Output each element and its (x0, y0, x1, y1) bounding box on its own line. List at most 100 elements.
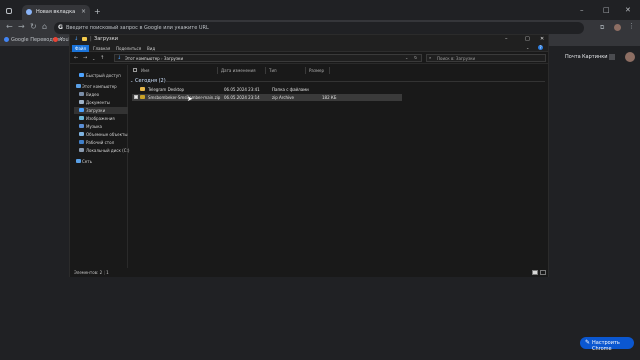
explorer-titlebar: ↓ | Загрузки – □ ✕ (70, 35, 548, 44)
ribbon-tab-home[interactable]: Главная (90, 45, 113, 52)
details-view-icon[interactable] (532, 270, 538, 275)
column-date[interactable]: Дата изменения (221, 68, 256, 73)
explorer-maximize-button[interactable]: □ (525, 36, 530, 42)
file-row-telegram-desktop[interactable]: Telegram Desktop 06.05.2024 23:41 Папка … (132, 86, 332, 93)
ribbon-tab-share[interactable]: Поделиться (113, 45, 144, 52)
omnibox[interactable]: G Введите поисковый запрос в Google или … (54, 22, 584, 34)
tiles-view-icon[interactable] (540, 270, 546, 275)
nav-documents[interactable]: Документы (74, 99, 128, 106)
translate-icon (4, 37, 9, 42)
address-box[interactable]: ↓ Этот компьютер › Загрузки ⌄ ↻ (114, 54, 422, 62)
file-explorer-window: ↓ | Загрузки – □ ✕ Файл Главная Поделить… (69, 34, 549, 277)
file-row-zip[interactable]: Smsbombeker-SmsBomber-main.zip 06.05.202… (132, 94, 402, 101)
home-icon[interactable]: ⌂ (42, 22, 47, 31)
window-title: Загрузки (94, 36, 118, 42)
refresh-icon[interactable]: ↻ (414, 55, 417, 60)
reload-icon[interactable]: ↻ (30, 22, 37, 31)
star-icon (79, 73, 84, 77)
file-date: 06.05.2024 23:41 (224, 87, 260, 92)
zip-archive-icon (140, 95, 145, 99)
tab-title: Новая вкладка (36, 9, 76, 15)
download-arrow-icon: ↓ (74, 36, 79, 42)
recent-locations-icon[interactable]: ⌄ (92, 56, 95, 61)
column-separator[interactable] (329, 67, 330, 74)
column-separator[interactable] (305, 67, 306, 74)
ribbon-tab-view[interactable]: Вид (144, 45, 158, 52)
images-link[interactable]: Картинки (582, 54, 608, 60)
close-button[interactable]: ✕ (625, 6, 631, 14)
youtube-icon (53, 37, 58, 42)
breadcrumb-downloads[interactable]: Загрузки (164, 56, 183, 61)
folder-icon (82, 37, 87, 41)
download-icon (79, 108, 84, 112)
file-size: 182 КБ (322, 95, 337, 100)
profile-avatar[interactable] (614, 24, 621, 31)
forward-icon[interactable]: → (18, 22, 25, 31)
downloads-location-icon: ↓ (117, 55, 122, 61)
file-name: Smsbombeker-SmsBomber-main.zip (148, 95, 221, 100)
qat-separator: | (90, 36, 92, 42)
nav-local-disk[interactable]: Локальный диск (C:) (74, 147, 129, 154)
maximize-button[interactable]: □ (603, 6, 610, 14)
navigation-pane: Быстрый доступ Этот компьютер Видео Доку… (70, 65, 129, 269)
image-icon (79, 116, 84, 120)
apps-grid-icon[interactable] (609, 54, 615, 60)
row-checkbox[interactable] (134, 95, 138, 99)
address-dropdown-icon[interactable]: ⌄ (405, 55, 408, 60)
search-icon: ⌕ (429, 55, 432, 60)
video-icon (79, 92, 84, 96)
breadcrumb-this-pc[interactable]: Этот компьютер (125, 56, 160, 61)
column-type[interactable]: Тип (269, 68, 277, 73)
extensions-icon[interactable]: ⧉ (600, 24, 604, 32)
file-name: Telegram Desktop (148, 87, 185, 92)
nav-pictures[interactable]: Изображения (74, 115, 128, 122)
column-size[interactable]: Размер (309, 68, 324, 73)
cube-icon (79, 132, 84, 136)
nav-network[interactable]: Сеть (74, 158, 128, 165)
nav-music[interactable]: Музыка (74, 123, 128, 130)
account-avatar[interactable] (625, 52, 635, 62)
status-bar: Элементов: 2 | 1 (70, 268, 548, 277)
desktop-icon (79, 140, 84, 144)
folder-icon (140, 87, 145, 91)
back-icon[interactable]: ← (6, 22, 13, 31)
drive-icon (79, 148, 84, 152)
address-bar-row: ← → ⌄ ↑ ↓ Этот компьютер › Загрузки ⌄ ↻ … (70, 52, 548, 64)
ribbon-expand-icon[interactable]: ⌄ (526, 45, 529, 50)
group-header[interactable]: Сегодня (2) (135, 78, 166, 84)
omnibox-placeholder: Введите поисковый запрос в Google или ук… (66, 25, 209, 31)
nav-this-pc[interactable]: Этот компьютер (74, 83, 128, 90)
document-icon (79, 100, 84, 104)
column-name[interactable]: Имя (141, 68, 149, 73)
browser-tab[interactable]: Новая вкладка × (22, 5, 90, 20)
ribbon-tab-file[interactable]: Файл (72, 45, 90, 52)
nav-3d-objects[interactable]: Объемные объекты (74, 131, 128, 138)
group-collapse-icon[interactable]: ⌄ (130, 78, 133, 83)
search-input[interactable]: ⌕ Поиск в: Загрузки (426, 54, 546, 62)
explorer-back-icon[interactable]: ← (74, 55, 78, 61)
nav-downloads[interactable]: Загрузки (74, 107, 128, 114)
group-divider (165, 81, 545, 82)
mouse-cursor-icon: ➤ (187, 95, 193, 103)
computer-icon (76, 84, 81, 88)
up-icon[interactable]: ↑ (100, 55, 104, 61)
select-all-checkbox[interactable] (133, 68, 137, 72)
customize-chrome-button[interactable]: ✎ Настроить Chrome (580, 337, 634, 352)
nav-desktop[interactable]: Рабочий стол (74, 139, 128, 146)
file-type: Папка с файлами (272, 87, 309, 92)
new-tab-button[interactable]: + (94, 7, 101, 16)
tab-close-icon[interactable]: × (81, 8, 86, 15)
gmail-link[interactable]: Почта (565, 54, 581, 60)
column-separator[interactable] (265, 67, 266, 74)
nav-quick-access[interactable]: Быстрый доступ (74, 72, 128, 79)
help-icon[interactable]: ? (538, 45, 543, 50)
explorer-close-button[interactable]: ✕ (540, 36, 544, 42)
pencil-icon: ✎ (585, 339, 591, 346)
explorer-minimize-button[interactable]: – (505, 36, 508, 42)
menu-icon[interactable]: ⋮ (628, 22, 635, 30)
minimize-button[interactable]: – (580, 6, 584, 14)
explorer-forward-icon[interactable]: → (83, 55, 87, 61)
tab-search-icon[interactable] (6, 8, 12, 14)
nav-videos[interactable]: Видео (74, 91, 128, 98)
column-separator[interactable] (217, 67, 218, 74)
